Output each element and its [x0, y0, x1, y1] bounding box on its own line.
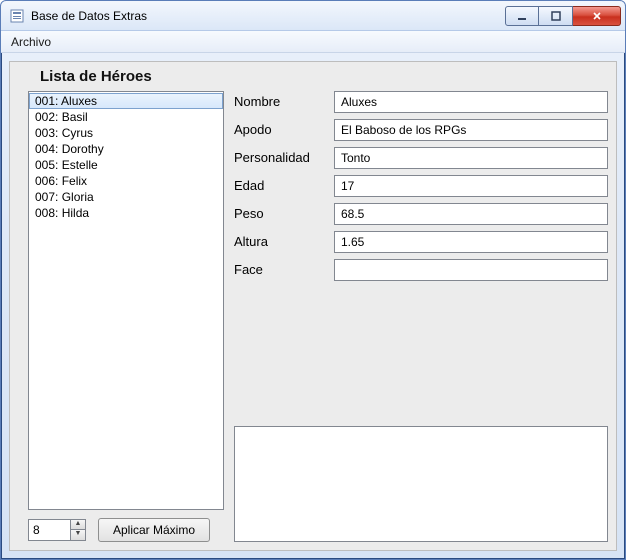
input-peso[interactable] [334, 203, 608, 225]
window-title: Base de Datos Extras [31, 9, 505, 23]
page-title: Lista de Héroes [40, 68, 608, 85]
close-button[interactable] [573, 6, 621, 26]
list-item[interactable]: 005: Estelle [29, 157, 223, 173]
list-item[interactable]: 006: Felix [29, 173, 223, 189]
footer-bar: ▲ ▼ Aplicar Máximo [28, 518, 224, 542]
label-apodo: Apodo [234, 119, 326, 141]
app-icon [9, 8, 25, 24]
menubar: Archivo [1, 31, 625, 53]
spin-up-button[interactable]: ▲ [70, 519, 86, 530]
input-apodo[interactable] [334, 119, 608, 141]
input-edad[interactable] [334, 175, 608, 197]
spin-down-button[interactable]: ▼ [70, 530, 86, 541]
apply-max-button[interactable]: Aplicar Máximo [98, 518, 210, 542]
app-window: Base de Datos Extras Archivo Lista de Hé… [0, 0, 626, 560]
list-item[interactable]: 002: Basil [29, 109, 223, 125]
minimize-button[interactable] [505, 6, 539, 26]
left-column: 001: Aluxes002: Basil003: Cyrus004: Doro… [28, 91, 224, 542]
label-edad: Edad [234, 175, 326, 197]
label-personalidad: Personalidad [234, 147, 326, 169]
maximize-button[interactable] [539, 6, 573, 26]
input-nombre[interactable] [334, 91, 608, 113]
label-peso: Peso [234, 203, 326, 225]
list-item[interactable]: 004: Dorothy [29, 141, 223, 157]
max-spinner: ▲ ▼ [28, 519, 86, 541]
input-face[interactable] [334, 259, 608, 281]
list-item[interactable]: 001: Aluxes [29, 93, 223, 109]
description-box[interactable] [234, 426, 608, 542]
form-grid: Nombre Apodo Personalidad Edad Peso Altu… [234, 91, 608, 281]
workarea: 001: Aluxes002: Basil003: Cyrus004: Doro… [28, 91, 608, 542]
titlebar[interactable]: Base de Datos Extras [1, 1, 625, 31]
label-nombre: Nombre [234, 91, 326, 113]
input-altura[interactable] [334, 231, 608, 253]
list-item[interactable]: 008: Hilda [29, 205, 223, 221]
window-controls [505, 6, 621, 26]
client-area: Lista de Héroes 001: Aluxes002: Basil003… [9, 61, 617, 551]
max-input[interactable] [28, 519, 70, 541]
input-personalidad[interactable] [334, 147, 608, 169]
hero-list[interactable]: 001: Aluxes002: Basil003: Cyrus004: Doro… [28, 91, 224, 510]
menu-archivo[interactable]: Archivo [1, 33, 61, 51]
label-face: Face [234, 259, 326, 281]
list-item[interactable]: 007: Gloria [29, 189, 223, 205]
list-item[interactable]: 003: Cyrus [29, 125, 223, 141]
right-column: Nombre Apodo Personalidad Edad Peso Altu… [234, 91, 608, 542]
label-altura: Altura [234, 231, 326, 253]
